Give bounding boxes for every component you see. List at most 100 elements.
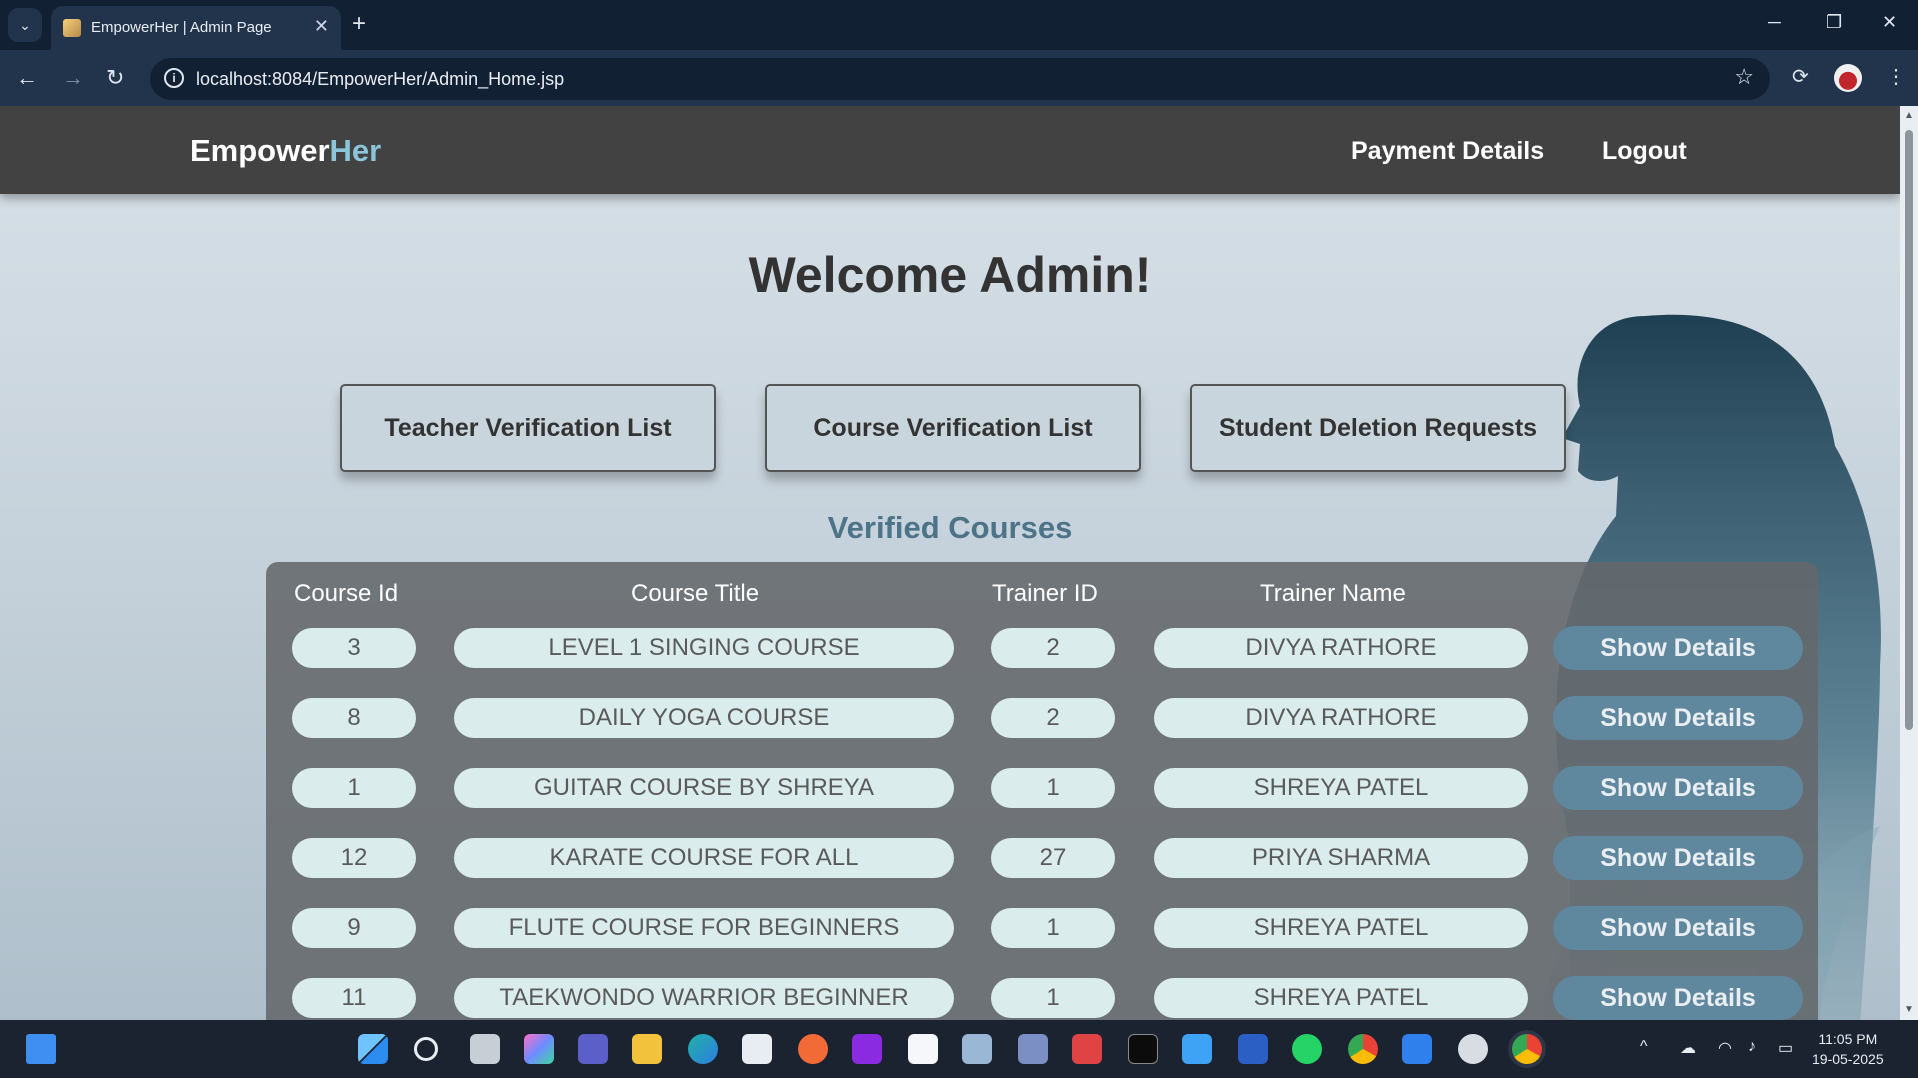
course-id-cell: 8 — [292, 698, 416, 738]
address-bar[interactable]: i localhost:8084/EmpowerHer/Admin_Home.j… — [150, 58, 1770, 100]
back-icon[interactable]: ← — [16, 64, 38, 92]
teams-icon[interactable] — [578, 1034, 608, 1064]
trainer-id-cell: 27 — [991, 838, 1115, 878]
site-info-icon[interactable]: i — [164, 68, 184, 88]
extensions-icon[interactable]: ⟳ — [1792, 64, 1809, 89]
browser-toolbar: ← → ↻ i localhost:8084/EmpowerHer/Admin_… — [0, 50, 1918, 106]
section-title: Verified Courses — [827, 510, 1073, 545]
course-title-cell: TAEKWONDO WARRIOR BEGINNER — [454, 978, 954, 1018]
copilot-icon[interactable] — [524, 1034, 554, 1064]
minimize-icon[interactable]: ─ — [1768, 12, 1781, 33]
courses-table: Course Id Course Title Trainer ID Traine… — [266, 562, 1818, 1020]
course-title-cell: GUITAR COURSE BY SHREYA — [454, 768, 954, 808]
site-header: EmpowerHer Payment Details Logout — [0, 106, 1900, 194]
course-id-cell: 3 — [292, 628, 416, 668]
os-taskbar: ^ ☁ ◠ ♪ ▭ 11:05 PM 19-05-2025 — [0, 1020, 1918, 1078]
teacher-verification-button[interactable]: Teacher Verification List — [340, 384, 716, 472]
browser-menu-icon[interactable]: ⋮ — [1886, 64, 1906, 89]
profile-avatar[interactable] — [1834, 64, 1862, 92]
taskbar-clock[interactable]: 11:05 PM 19-05-2025 — [1812, 1029, 1884, 1069]
widgets-icon[interactable] — [26, 1034, 56, 1064]
browser-tab-bar: ⌄ EmpowerHer | Admin Page ✕ + ─ ❐ ✕ — [0, 0, 1918, 50]
site-favicon-icon — [63, 19, 81, 37]
column-header: Course Title — [631, 580, 760, 607]
onedrive-icon[interactable]: ☁ — [1680, 1038, 1696, 1058]
page-title: Welcome Admin! — [748, 247, 1152, 303]
trainer-id-cell: 2 — [991, 628, 1115, 668]
course-id-cell: 11 — [292, 978, 416, 1018]
file-explorer-icon[interactable] — [632, 1034, 662, 1064]
tray-chevron-icon[interactable]: ^ — [1640, 1038, 1648, 1056]
trainer-id-cell: 1 — [991, 908, 1115, 948]
search-icon[interactable] — [414, 1037, 438, 1061]
column-header: Course Id — [294, 580, 399, 607]
course-title-cell: KARATE COURSE FOR ALL — [454, 838, 954, 878]
window-close-icon[interactable]: ✕ — [1882, 12, 1897, 33]
battery-icon[interactable]: ▭ — [1778, 1038, 1793, 1058]
terminal-icon[interactable] — [1128, 1034, 1158, 1064]
page-scrollbar[interactable]: ▲ ▼ — [1900, 106, 1918, 1020]
course-title-cell: DAILY YOGA COURSE — [454, 698, 954, 738]
word-icon[interactable] — [1238, 1034, 1268, 1064]
brand-logo[interactable]: EmpowerHer — [190, 133, 381, 169]
trainer-name-cell: SHREYA PATEL — [1154, 978, 1528, 1018]
course-id-cell: 12 — [292, 838, 416, 878]
course-id-cell: 1 — [292, 768, 416, 808]
trainer-name-cell: PRIYA SHARMA — [1154, 838, 1528, 878]
clock-app-icon[interactable] — [1458, 1034, 1488, 1064]
show-details-button[interactable]: Show Details — [1553, 906, 1803, 950]
file-icon[interactable] — [908, 1034, 938, 1064]
start-icon[interactable] — [358, 1034, 388, 1064]
todo-icon[interactable] — [1402, 1034, 1432, 1064]
postman-icon[interactable] — [798, 1034, 828, 1064]
nav-payment-details[interactable]: Payment Details — [1351, 137, 1544, 166]
clock-time: 11:05 PM — [1818, 1031, 1878, 1047]
dev-tool-icon[interactable] — [1072, 1034, 1102, 1064]
chrome-active-icon[interactable] — [1512, 1034, 1542, 1064]
trainer-name-cell: SHREYA PATEL — [1154, 908, 1528, 948]
trainer-id-cell: 2 — [991, 698, 1115, 738]
course-title-cell: FLUTE COURSE FOR BEGINNERS — [454, 908, 954, 948]
trainer-id-cell: 1 — [991, 768, 1115, 808]
virtualbox-icon[interactable] — [962, 1034, 992, 1064]
trainer-name-cell: DIVYA RATHORE — [1154, 628, 1528, 668]
course-verification-button[interactable]: Course Verification List — [765, 384, 1141, 472]
scroll-thumb[interactable] — [1905, 130, 1913, 730]
column-header: Trainer ID — [992, 580, 1098, 607]
url-text[interactable]: localhost:8084/EmpowerHer/Admin_Home.jsp — [196, 69, 564, 90]
browser-tab[interactable]: EmpowerHer | Admin Page ✕ — [51, 6, 341, 50]
reload-icon[interactable]: ↻ — [106, 64, 124, 92]
scroll-up-icon[interactable]: ▲ — [1904, 110, 1914, 121]
tab-search-button[interactable]: ⌄ — [8, 8, 42, 42]
task-view-icon[interactable] — [470, 1034, 500, 1064]
page-viewport: EmpowerHer Payment Details Logout Welcom… — [0, 106, 1900, 1020]
trainer-name-cell: SHREYA PATEL — [1154, 768, 1528, 808]
chrome-icon[interactable] — [1348, 1034, 1378, 1064]
eclipse-icon[interactable] — [1018, 1034, 1048, 1064]
trainer-id-cell: 1 — [991, 978, 1115, 1018]
show-details-button[interactable]: Show Details — [1553, 976, 1803, 1020]
forward-icon[interactable]: → — [62, 64, 84, 92]
tab-title: EmpowerHer | Admin Page — [91, 19, 272, 36]
notepad-icon[interactable] — [1182, 1034, 1212, 1064]
course-title-cell: LEVEL 1 SINGING COURSE — [454, 628, 954, 668]
trainer-name-cell: DIVYA RATHORE — [1154, 698, 1528, 738]
volume-icon[interactable]: ♪ — [1748, 1038, 1756, 1056]
edge-icon[interactable] — [688, 1034, 718, 1064]
new-tab-button[interactable]: + — [352, 10, 366, 38]
restore-icon[interactable]: ❐ — [1826, 12, 1842, 33]
nav-logout[interactable]: Logout — [1602, 137, 1687, 166]
whatsapp-icon[interactable] — [1292, 1034, 1322, 1064]
student-deletion-button[interactable]: Student Deletion Requests — [1190, 384, 1566, 472]
wifi-icon[interactable]: ◠ — [1718, 1038, 1732, 1058]
bookmark-star-icon[interactable]: ☆ — [1734, 64, 1754, 90]
tab-close-icon[interactable]: ✕ — [314, 16, 329, 37]
scroll-down-icon[interactable]: ▼ — [1904, 1004, 1914, 1015]
intellij-icon[interactable] — [852, 1034, 882, 1064]
show-details-button[interactable]: Show Details — [1553, 626, 1803, 670]
show-details-button[interactable]: Show Details — [1553, 766, 1803, 810]
show-details-button[interactable]: Show Details — [1553, 836, 1803, 880]
course-id-cell: 9 — [292, 908, 416, 948]
show-details-button[interactable]: Show Details — [1553, 696, 1803, 740]
store-icon[interactable] — [742, 1034, 772, 1064]
